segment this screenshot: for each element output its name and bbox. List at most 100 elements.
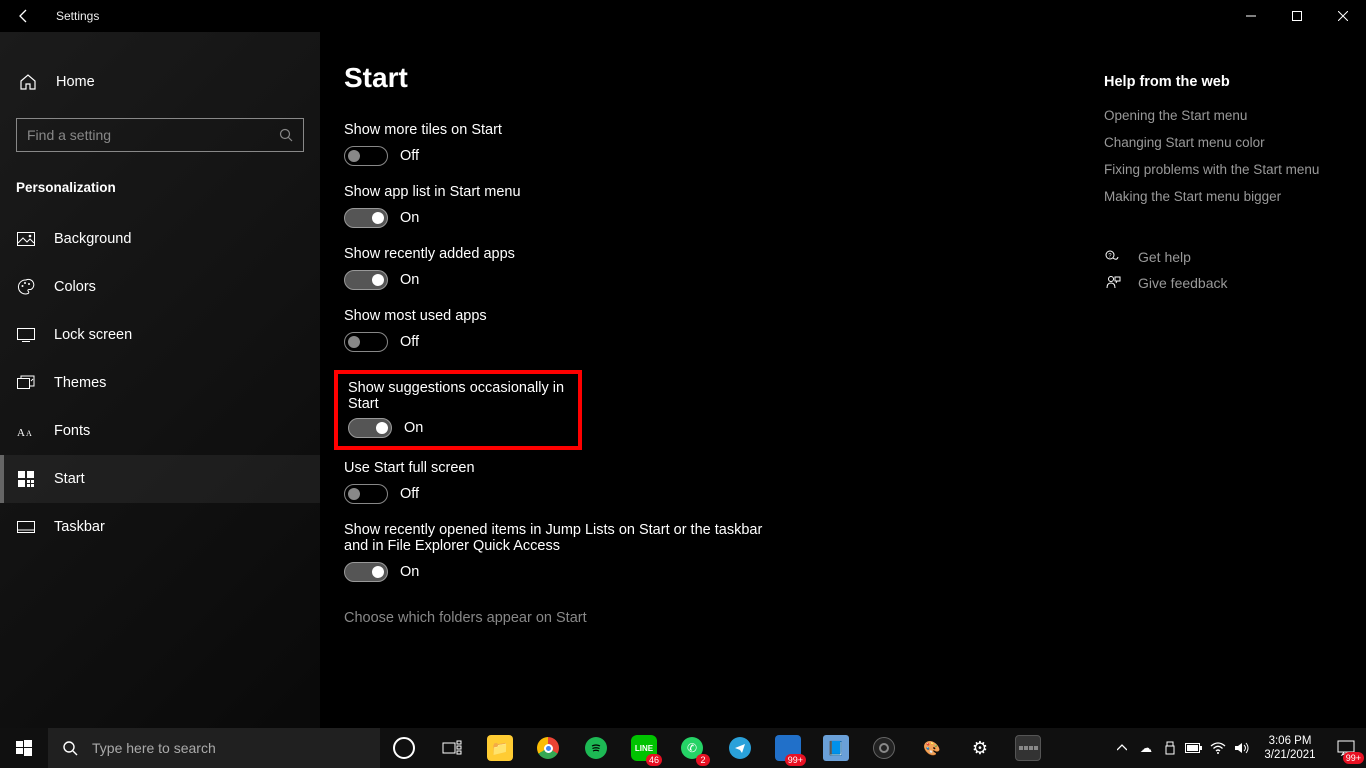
aside-heading: Help from the web xyxy=(1104,74,1364,90)
setting-label: Show most used apps xyxy=(344,308,1104,324)
get-help-link[interactable]: ? Get help xyxy=(1104,248,1364,266)
tray-overflow[interactable] xyxy=(1110,728,1134,768)
highlight-annotation: Show suggestions occasionally in Start O… xyxy=(334,370,582,450)
maximize-button[interactable] xyxy=(1274,0,1320,32)
lock-screen-icon xyxy=(16,328,36,342)
start-tiles-icon xyxy=(16,471,36,487)
sidebar-item-background[interactable]: Background xyxy=(0,215,320,263)
setting-label: Show recently added apps xyxy=(344,246,1104,262)
sidebar-item-label: Lock screen xyxy=(54,327,132,343)
palette-icon xyxy=(16,278,36,296)
wifi-icon[interactable] xyxy=(1206,728,1230,768)
taskbar-app-chrome[interactable] xyxy=(524,728,572,768)
themes-icon xyxy=(16,375,36,391)
taskbar-app-calculator[interactable] xyxy=(1004,728,1052,768)
action-center-button[interactable]: 99+ xyxy=(1326,728,1366,768)
battery-icon[interactable] xyxy=(1182,728,1206,768)
taskbar-app-explorer[interactable]: 📁 xyxy=(476,728,524,768)
volume-icon[interactable] xyxy=(1230,728,1254,768)
sidebar-item-label: Colors xyxy=(54,279,96,295)
sidebar-item-fonts[interactable]: AA Fonts xyxy=(0,407,320,455)
svg-text:A: A xyxy=(26,429,32,438)
page-title: Start xyxy=(344,62,1104,94)
toggle-full-screen[interactable] xyxy=(344,484,388,504)
start-button[interactable] xyxy=(0,728,48,768)
home-icon xyxy=(18,73,38,91)
taskbar-app-whatsapp[interactable]: ✆2 xyxy=(668,728,716,768)
category-header: Personalization xyxy=(0,152,320,215)
setting-more-tiles: Show more tiles on Start Off xyxy=(344,122,1104,166)
toggle-most-used[interactable] xyxy=(344,332,388,352)
taskbar-app-line[interactable]: LINE46 xyxy=(620,728,668,768)
toggle-value: On xyxy=(404,420,423,436)
titlebar: Settings xyxy=(0,0,1366,32)
sidebar-item-label: Themes xyxy=(54,375,106,391)
sidebar: Home Find a setting Personalization Back… xyxy=(0,32,320,728)
toggle-recent-apps[interactable] xyxy=(344,270,388,290)
badge: 46 xyxy=(646,754,662,766)
sidebar-item-label: Taskbar xyxy=(54,519,105,535)
window-title: Settings xyxy=(48,9,99,23)
help-link-change-color[interactable]: Changing Start menu color xyxy=(1104,135,1364,150)
fonts-icon: AA xyxy=(16,423,36,439)
sidebar-item-label: Fonts xyxy=(54,423,90,439)
toggle-app-list[interactable] xyxy=(344,208,388,228)
close-button[interactable] xyxy=(1320,0,1366,32)
badge: 99+ xyxy=(785,754,806,766)
gear-icon: ⚙ xyxy=(972,738,988,759)
back-button[interactable] xyxy=(0,0,48,32)
system-tray: ☁ 3:06 PM 3/21/2021 99+ xyxy=(1110,728,1366,768)
sidebar-item-start[interactable]: Start xyxy=(0,455,320,503)
cortana-button[interactable] xyxy=(380,728,428,768)
home-button[interactable]: Home xyxy=(0,60,320,104)
setting-label: Show suggestions occasionally in Start xyxy=(348,380,568,412)
taskbar-app-obs[interactable] xyxy=(860,728,908,768)
setting-jump-lists: Show recently opened items in Jump Lists… xyxy=(344,522,1104,582)
taskbar-app-generic[interactable]: 99+ xyxy=(764,728,812,768)
taskbar-app-notes[interactable]: 📘 xyxy=(812,728,860,768)
toggle-value: On xyxy=(400,272,419,288)
choose-folders-link[interactable]: Choose which folders appear on Start xyxy=(344,610,587,626)
setting-label: Show app list in Start menu xyxy=(344,184,1104,200)
search-icon xyxy=(279,128,293,142)
taskbar-app-paint[interactable]: 🎨 xyxy=(908,728,956,768)
give-feedback-link[interactable]: Give feedback xyxy=(1104,274,1364,292)
taskbar-app-spotify[interactable] xyxy=(572,728,620,768)
setting-most-used: Show most used apps Off xyxy=(344,308,1104,352)
taskbar-clock[interactable]: 3:06 PM 3/21/2021 xyxy=(1254,734,1326,762)
sidebar-item-label: Start xyxy=(54,471,85,487)
sidebar-item-taskbar[interactable]: Taskbar xyxy=(0,503,320,551)
picture-icon xyxy=(16,232,36,246)
help-link-fix-start[interactable]: Fixing problems with the Start menu xyxy=(1104,162,1364,177)
feedback-icon xyxy=(1104,274,1122,292)
search-placeholder: Find a setting xyxy=(27,127,279,143)
setting-full-screen: Use Start full screen Off xyxy=(344,460,1104,504)
main-content: Start Show more tiles on Start Off Show … xyxy=(320,32,1366,728)
minimize-button[interactable] xyxy=(1228,0,1274,32)
sidebar-item-lock-screen[interactable]: Lock screen xyxy=(0,311,320,359)
toggle-value: Off xyxy=(400,486,419,502)
badge: 99+ xyxy=(1343,752,1364,764)
help-link-bigger-start[interactable]: Making the Start menu bigger xyxy=(1104,189,1364,204)
toggle-jump-lists[interactable] xyxy=(344,562,388,582)
help-link-open-start[interactable]: Opening the Start menu xyxy=(1104,108,1364,123)
sidebar-item-themes[interactable]: Themes xyxy=(0,359,320,407)
feedback-label: Give feedback xyxy=(1138,275,1228,291)
help-icon: ? xyxy=(1104,248,1122,266)
taskbar-search[interactable]: Type here to search xyxy=(48,728,380,768)
search-input[interactable]: Find a setting xyxy=(16,118,304,152)
task-view-button[interactable] xyxy=(428,728,476,768)
taskbar: Type here to search 📁 LINE46 ✆2 99+ 📘 🎨 … xyxy=(0,728,1366,768)
toggle-value: Off xyxy=(400,334,419,350)
taskbar-app-telegram[interactable] xyxy=(716,728,764,768)
taskbar-search-placeholder: Type here to search xyxy=(92,740,216,756)
clock-date: 3/21/2021 xyxy=(1254,748,1326,762)
sidebar-item-colors[interactable]: Colors xyxy=(0,263,320,311)
usb-icon[interactable] xyxy=(1158,728,1182,768)
onedrive-icon[interactable]: ☁ xyxy=(1134,728,1158,768)
toggle-value: On xyxy=(400,210,419,226)
setting-label: Show more tiles on Start xyxy=(344,122,1104,138)
taskbar-app-settings[interactable]: ⚙ xyxy=(956,728,1004,768)
toggle-more-tiles[interactable] xyxy=(344,146,388,166)
toggle-suggestions[interactable] xyxy=(348,418,392,438)
